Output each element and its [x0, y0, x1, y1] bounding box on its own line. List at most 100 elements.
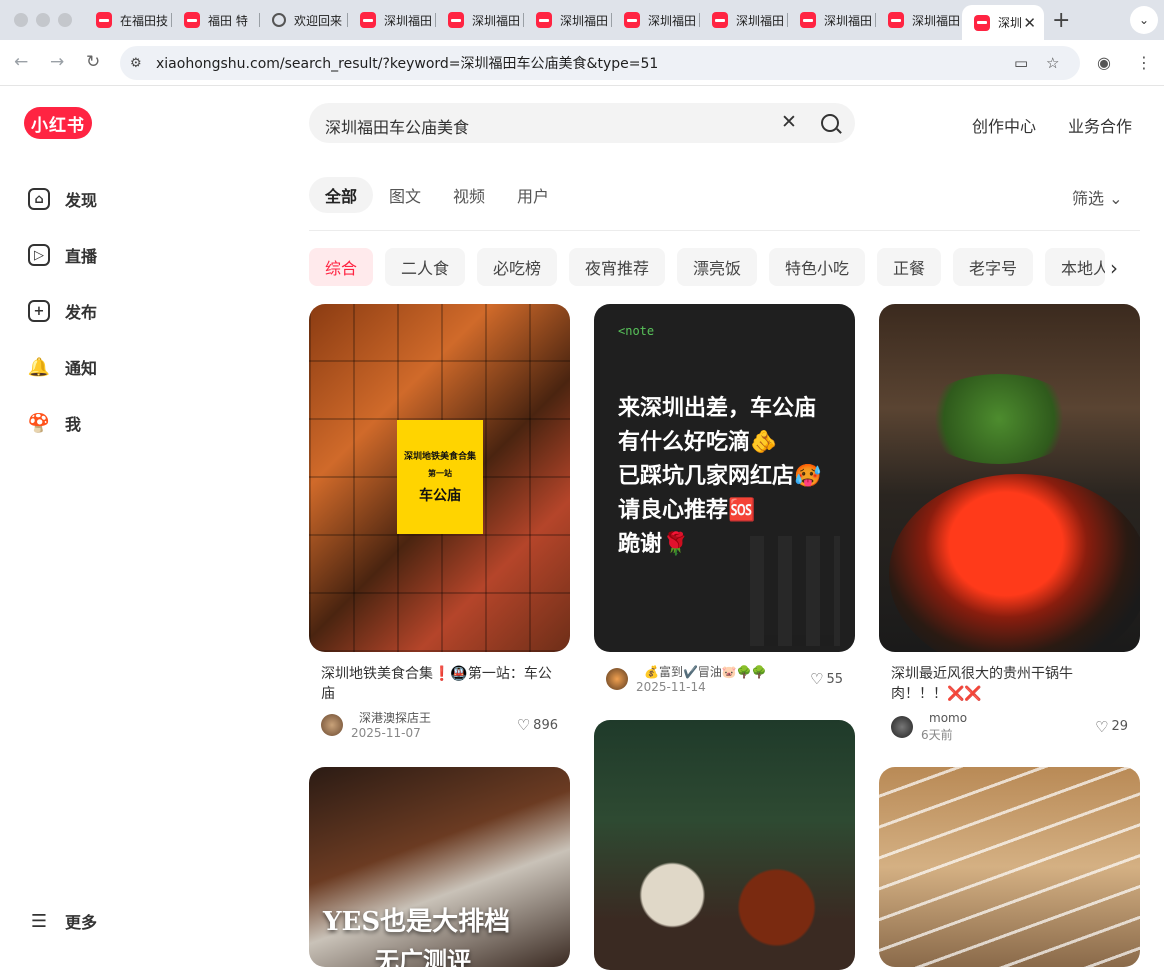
- cover-text: YES也是大排档: [323, 907, 511, 937]
- browser-tab[interactable]: 深圳福田: [788, 6, 876, 34]
- search-bar[interactable]: 深圳福田车公庙美食 ✕: [309, 103, 855, 143]
- avatar[interactable]: [891, 715, 913, 738]
- creator-center-link[interactable]: 创作中心: [972, 113, 1036, 137]
- tab-user[interactable]: 用户: [501, 177, 565, 213]
- like-count: 29: [1111, 719, 1128, 734]
- reload-icon[interactable]: ↻: [86, 52, 100, 72]
- heart-icon: ♡: [1095, 717, 1109, 736]
- xiaohongshu-favicon-icon: [184, 12, 200, 28]
- chip-late-night[interactable]: 夜宵推荐: [569, 248, 666, 286]
- chevron-down-icon: ⌄: [1109, 189, 1123, 208]
- note-card[interactable]: 深圳地铁美食合集 第一站 车公庙 深圳地铁美食合集❗🚇第一站：车公庙 深港澳探店…: [309, 304, 570, 740]
- more-menu-icon[interactable]: ⋮: [1136, 53, 1152, 72]
- cover-title-box: 深圳地铁美食合集 第一站 车公庙: [397, 420, 483, 534]
- tab-title: 深圳福田: [648, 13, 697, 28]
- sidebar-item-more[interactable]: ☰ 更多: [28, 907, 228, 935]
- browser-tab[interactable]: 在福田技: [84, 6, 172, 34]
- tab-title: 深圳福田: [384, 13, 433, 28]
- chip-local-snacks[interactable]: 特色小吃: [769, 248, 866, 286]
- browser-tab[interactable]: 深圳福田: [612, 6, 700, 34]
- note-cover[interactable]: [879, 304, 1140, 652]
- browser-tab-active[interactable]: 深圳 ✕: [962, 5, 1044, 40]
- window-minimize-button[interactable]: [36, 13, 50, 27]
- forward-arrow-icon[interactable]: →: [50, 52, 64, 72]
- browser-tab[interactable]: 深圳福田: [348, 6, 436, 34]
- cover-text: 深圳地铁美食合集: [403, 452, 476, 462]
- tab-all[interactable]: 全部: [309, 177, 374, 213]
- profile-icon[interactable]: ◉: [1097, 53, 1111, 72]
- cover-art: [919, 374, 1079, 464]
- like-button[interactable]: ♡ 896: [517, 716, 558, 734]
- browser-tab[interactable]: 深圳福田: [876, 6, 962, 34]
- chip-comprehensive[interactable]: 综合: [309, 248, 374, 286]
- avatar[interactable]: [606, 668, 628, 690]
- like-button[interactable]: ♡ 55: [810, 670, 843, 688]
- like-count: 55: [826, 671, 843, 687]
- tab-search-chevron-icon[interactable]: ⌄: [1130, 6, 1158, 34]
- xiaohongshu-logo[interactable]: 小红书: [24, 107, 92, 139]
- address-bar[interactable]: ⚙ xiaohongshu.com/search_result/?keyword…: [120, 46, 1080, 80]
- xiaohongshu-favicon-icon: [800, 12, 816, 28]
- note-cover[interactable]: <note 来深圳出差，车公庙 有什么好吃滴🫵 已踩坑几家网红店🥵 请良心推荐🆘…: [594, 304, 855, 652]
- tab-video[interactable]: 视频: [437, 177, 501, 213]
- new-tab-icon[interactable]: +: [1052, 8, 1070, 33]
- filter-button[interactable]: 筛选 ⌄: [1072, 185, 1123, 209]
- chip-local[interactable]: 本地人: [1045, 248, 1105, 286]
- sidebar-item-discover[interactable]: ⌂ 发现: [28, 185, 228, 213]
- note-card[interactable]: <note 来深圳出差，车公庙 有什么好吃滴🫵 已踩坑几家网红店🥵 请良心推荐🆘…: [594, 304, 855, 694]
- chip-formal-meal[interactable]: 正餐: [877, 248, 942, 286]
- back-arrow-icon[interactable]: ←: [14, 52, 28, 72]
- search-input[interactable]: 深圳福田车公庙美食: [325, 114, 469, 138]
- cover-art: [889, 474, 1140, 652]
- avatar[interactable]: [321, 714, 343, 736]
- cover-text-line: 来深圳出差，车公庙: [618, 396, 817, 421]
- note-cover[interactable]: [879, 767, 1140, 967]
- tab-title: 在福田技: [120, 13, 169, 28]
- chip-for-two[interactable]: 二人食: [385, 248, 466, 286]
- chip-time-honored[interactable]: 老字号: [953, 248, 1034, 286]
- note-card[interactable]: [594, 720, 855, 970]
- chevron-right-icon[interactable]: ›: [1110, 256, 1118, 280]
- clear-search-icon[interactable]: ✕: [781, 111, 797, 133]
- window-zoom-button[interactable]: [58, 13, 72, 27]
- xiaohongshu-favicon-icon: [536, 12, 552, 28]
- sidebar-item-me[interactable]: 🍄 我: [28, 409, 228, 437]
- author-name[interactable]: 💰富到✔️冒油🐷🌳🌳: [644, 664, 767, 680]
- tab-title: 深圳福田: [912, 13, 961, 28]
- chip-must-eat[interactable]: 必吃榜: [477, 248, 558, 286]
- browser-tab[interactable]: 深圳福田: [436, 6, 524, 34]
- browser-tab[interactable]: 欢迎回来: [260, 6, 348, 34]
- install-app-icon[interactable]: ▭: [1014, 54, 1028, 72]
- bookmark-star-icon[interactable]: ☆: [1046, 54, 1059, 72]
- browser-tab[interactable]: 深圳福田: [700, 6, 788, 34]
- sidebar-item-notifications[interactable]: 🔔 通知: [28, 353, 228, 381]
- business-cooperation-link[interactable]: 业务合作: [1068, 113, 1132, 137]
- url-text[interactable]: xiaohongshu.com/search_result/?keyword=深…: [156, 53, 658, 73]
- author-name[interactable]: momo: [929, 710, 967, 726]
- browser-tab[interactable]: 深圳福田: [524, 6, 612, 34]
- tab-title: 深圳: [998, 16, 1023, 30]
- author-name[interactable]: 深港澳探店王: [359, 710, 431, 726]
- sidebar-item-live[interactable]: ▷ 直播: [28, 241, 228, 269]
- note-card[interactable]: 深圳最近风很大的贵州干锅牛肉！！！❌❌ momo 6天前 ♡ 29: [879, 304, 1140, 743]
- note-cover[interactable]: YES也是大排档 无广测评: [309, 767, 570, 967]
- chip-pretty-meal[interactable]: 漂亮饭: [677, 248, 758, 286]
- note-card[interactable]: [879, 767, 1140, 967]
- note-title[interactable]: 深圳最近风很大的贵州干锅牛肉！！！❌❌: [891, 664, 1128, 704]
- tab-close-icon[interactable]: ✕: [1023, 14, 1036, 32]
- window-close-button[interactable]: [14, 13, 28, 27]
- sidebar-item-publish[interactable]: + 发布: [28, 297, 228, 325]
- avatar-icon: 🍄: [27, 412, 51, 434]
- search-icon[interactable]: [821, 114, 839, 132]
- browser-tab[interactable]: 福田 特: [172, 6, 260, 34]
- note-cover[interactable]: [594, 720, 855, 970]
- heart-icon: ♡: [516, 716, 531, 734]
- note-card[interactable]: YES也是大排档 无广测评: [309, 767, 570, 967]
- sidebar-item-label: 通知: [65, 359, 98, 378]
- tab-image-text[interactable]: 图文: [373, 177, 437, 213]
- note-title[interactable]: 深圳地铁美食合集❗🚇第一站：车公庙: [321, 664, 558, 704]
- note-cover[interactable]: 深圳地铁美食合集 第一站 车公庙: [309, 304, 570, 652]
- like-button[interactable]: ♡ 29: [1095, 718, 1128, 736]
- sidebar-item-label: 更多: [65, 913, 98, 932]
- site-settings-icon[interactable]: ⚙: [130, 56, 150, 71]
